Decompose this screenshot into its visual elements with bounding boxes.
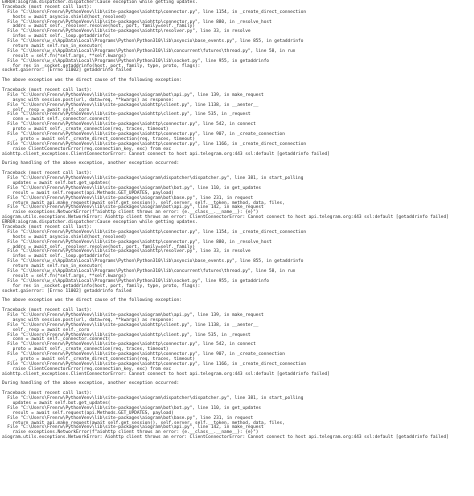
console-output: ERROR:aiogram.dispatcher.dispatcher:Caus…	[0, 0, 474, 496]
console-line: aiogram.utils.exceptions.NetworkError: A…	[2, 435, 449, 441]
